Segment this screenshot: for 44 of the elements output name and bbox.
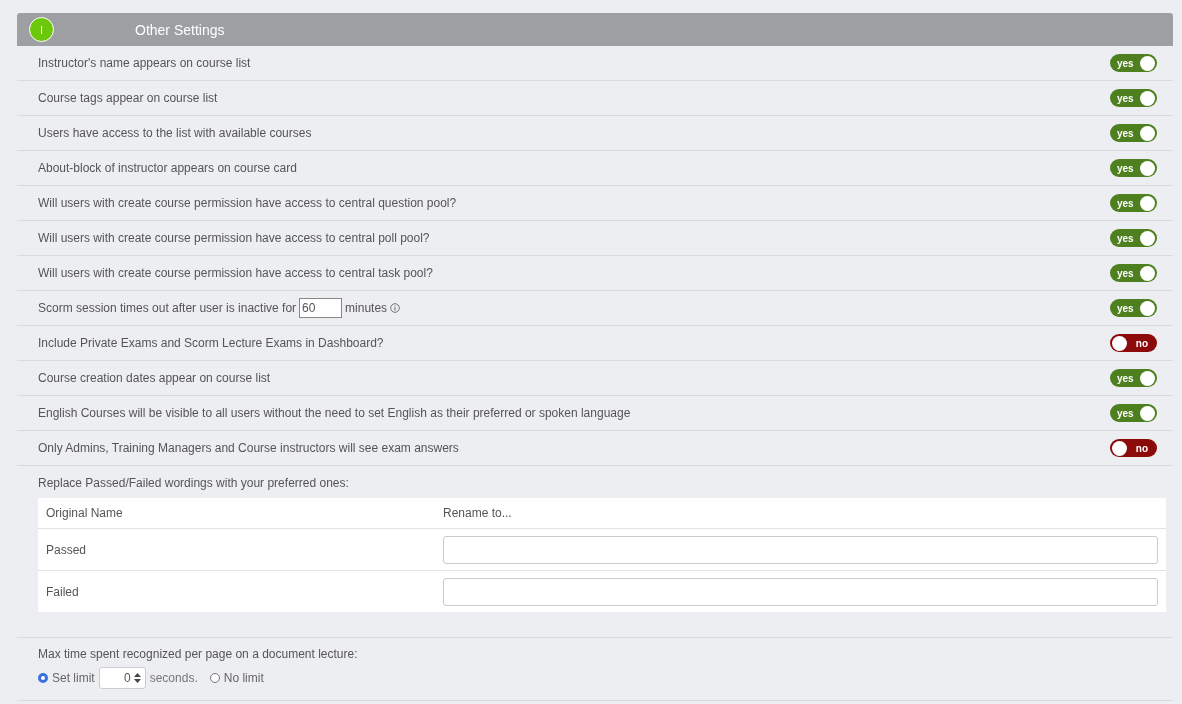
rename-intro: Replace Passed/Failed wordings with your preferred ones: [38, 476, 350, 490]
section-title: Other Settings [135, 21, 225, 38]
option-label: Set limit [52, 671, 95, 685]
toggle-switch[interactable]: yes [1110, 264, 1157, 282]
table-cell: Passed [38, 528, 435, 571]
unit-label: minutes [345, 301, 388, 315]
section-badge: I [29, 17, 54, 42]
setting-label: Include Private Exams and Scorm Lecture Exams in Dashboard? [38, 336, 384, 350]
option-label: No limit [223, 671, 264, 685]
toggle-switch[interactable]: no [1110, 439, 1157, 457]
rename-field[interactable] [443, 577, 1158, 606]
timeout-field[interactable]: 60 [299, 298, 343, 318]
toggle-switch[interactable]: yes [1110, 299, 1157, 317]
toggle-switch[interactable]: yes [1110, 89, 1157, 107]
setting-label: English Courses will be visible to all users without the need to set English as their preferred or spoken language [38, 406, 631, 420]
toggle-switch[interactable]: yes [1110, 229, 1157, 247]
setting-label: Will users with create course permission have access to central poll pool? [38, 231, 430, 245]
toggle-switch[interactable]: no [1110, 334, 1157, 352]
setting-label: Will users with create course permission have access to central question pool? [38, 196, 457, 210]
rename-field[interactable] [443, 535, 1158, 564]
column-header: Rename to... [435, 498, 1166, 529]
toggle-switch[interactable]: yes [1110, 404, 1157, 422]
setting-label: Only Admins, Training Managers and Course instructors will see exam answers [38, 441, 459, 455]
radio-button[interactable] [38, 673, 48, 683]
unit-label: seconds. [149, 671, 198, 685]
spinner-icon[interactable] [133, 673, 141, 683]
toggle-switch[interactable]: yes [1110, 54, 1157, 72]
setting-label: Scorm session times out after user is inactive for [38, 301, 297, 315]
setting-label: Course tags appear on course list [38, 91, 218, 105]
page-time-label: Max time spent recognized per page on a document lecture: [38, 647, 359, 661]
toggle-switch[interactable]: yes [1110, 124, 1157, 142]
setting-label: Users have access to the list with available courses [38, 126, 312, 140]
table-cell: Failed [38, 570, 435, 612]
toggle-switch[interactable]: yes [1110, 194, 1157, 212]
toggle-switch[interactable]: yes [1110, 159, 1157, 177]
setting-label: Will users with create course permission have access to central task pool? [38, 266, 433, 280]
info-icon[interactable] [390, 303, 401, 313]
radio-button[interactable] [209, 673, 220, 683]
toggle-switch[interactable]: yes [1110, 369, 1157, 387]
seconds-field[interactable]: 0 [98, 667, 146, 689]
setting-label: Instructor's name appears on course list [38, 56, 251, 70]
column-header: Original Name [38, 498, 435, 529]
setting-label: About-block of instructor appears on course card [38, 161, 297, 175]
setting-label: Course creation dates appear on course list [38, 371, 271, 385]
